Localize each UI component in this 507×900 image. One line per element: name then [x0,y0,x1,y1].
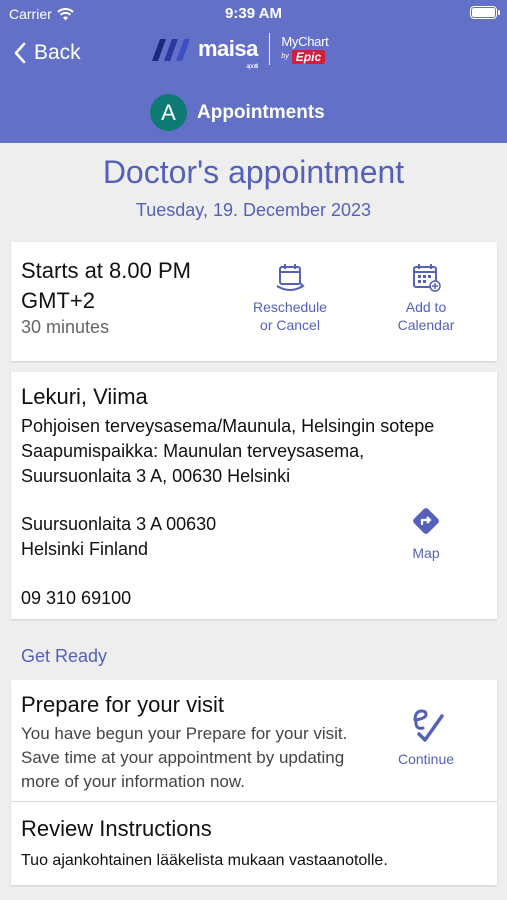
app-header: Carrier 9:39 AM Back maisa apotti MyChar… [0,0,507,143]
brand-logos: maisa apotti MyChart by Epic [150,33,329,70]
get-ready-card: Prepare for your visit You have begun yo… [11,680,497,885]
arrival-line-1: Saapumispaikka: Maunulan terveysasema, [21,441,365,461]
add-calendar-icon [413,264,441,292]
address-line-1: Suursuonlaita 3 A 00630 [21,514,217,534]
review-instructions-title[interactable]: Review Instructions [21,816,212,842]
prepare-body: You have begun your Prepare for your vis… [21,724,348,791]
address: Suursuonlaita 3 A 00630 Helsinki Finland [21,512,216,562]
mychart-logo: MyChart by Epic [281,33,329,64]
battery-icon [470,6,500,19]
duration: 30 minutes [21,317,110,337]
page-title: Doctor's appointment [102,154,405,190]
map-label: Map [412,545,440,561]
reschedule-calendar-icon [276,264,305,291]
get-ready-heading: Get Ready [21,646,108,666]
department-name: Pohjoisen terveysasema/Maunula, Helsingi… [21,416,435,436]
continue-label: Continue [397,751,455,767]
mychart-by-label: by [281,53,289,60]
mychart-label: MyChart [281,33,329,49]
maisa-wordmark: maisa apotti [198,36,258,70]
section-label: Appointments [197,101,325,123]
divider [11,801,497,802]
maisa-sub-label: apotti [246,64,258,70]
appointment-time-card: Starts at 8.00 PM GMT+2 30 minutes Resch… [11,242,497,361]
back-label: Back [34,41,81,64]
clock: 9:39 AM [225,5,282,22]
prepare-title: Prepare for your visit [21,692,224,717]
calendar-label-2: Calendar [397,317,455,333]
review-instructions-body: Tuo ajankohtainen lääkelista mukaan vast… [21,852,388,869]
continue-button[interactable]: Continue [381,704,471,768]
start-time: Starts at 8.00 PM GMT+2 [21,258,191,313]
arrival-line-2: Suursuonlaita 3 A, 00630 Helsinki [21,466,291,486]
map-direction-icon [413,508,439,534]
patient-switcher[interactable]: A Appointments [150,94,325,131]
checkin-icon [413,709,444,742]
logo-divider [268,33,271,65]
back-button[interactable]: Back [14,38,81,68]
appointment-date: Tuesday, 19. December 2023 [135,200,372,220]
maisa-logo: maisa apotti [150,35,258,70]
maisa-logo-icon [152,39,190,61]
location-card: Lekuri, Viima Pohjoisen terveysasema/Mau… [11,372,497,619]
chevron-left-icon [14,42,26,64]
maisa-label: maisa [198,36,258,61]
reschedule-label-1: Reschedule [253,299,327,315]
department-info: Pohjoisen terveysasema/Maunula, Helsingi… [21,414,491,489]
phone-number[interactable]: 09 310 69100 [21,588,131,609]
address-line-2: Helsinki Finland [21,539,149,559]
provider-name: Lekuri, Viima [21,384,148,409]
calendar-label-1: Add to [405,299,447,315]
epic-logo: Epic [291,49,326,64]
map-button[interactable]: Map [396,504,456,562]
add-to-calendar-button[interactable]: Add to Calendar [381,262,471,334]
status-bar: Carrier 9:39 AM [0,0,507,28]
reschedule-button[interactable]: Reschedule or Cancel [245,262,335,334]
avatar: A [150,94,187,131]
reschedule-label-2: or Cancel [260,317,320,333]
